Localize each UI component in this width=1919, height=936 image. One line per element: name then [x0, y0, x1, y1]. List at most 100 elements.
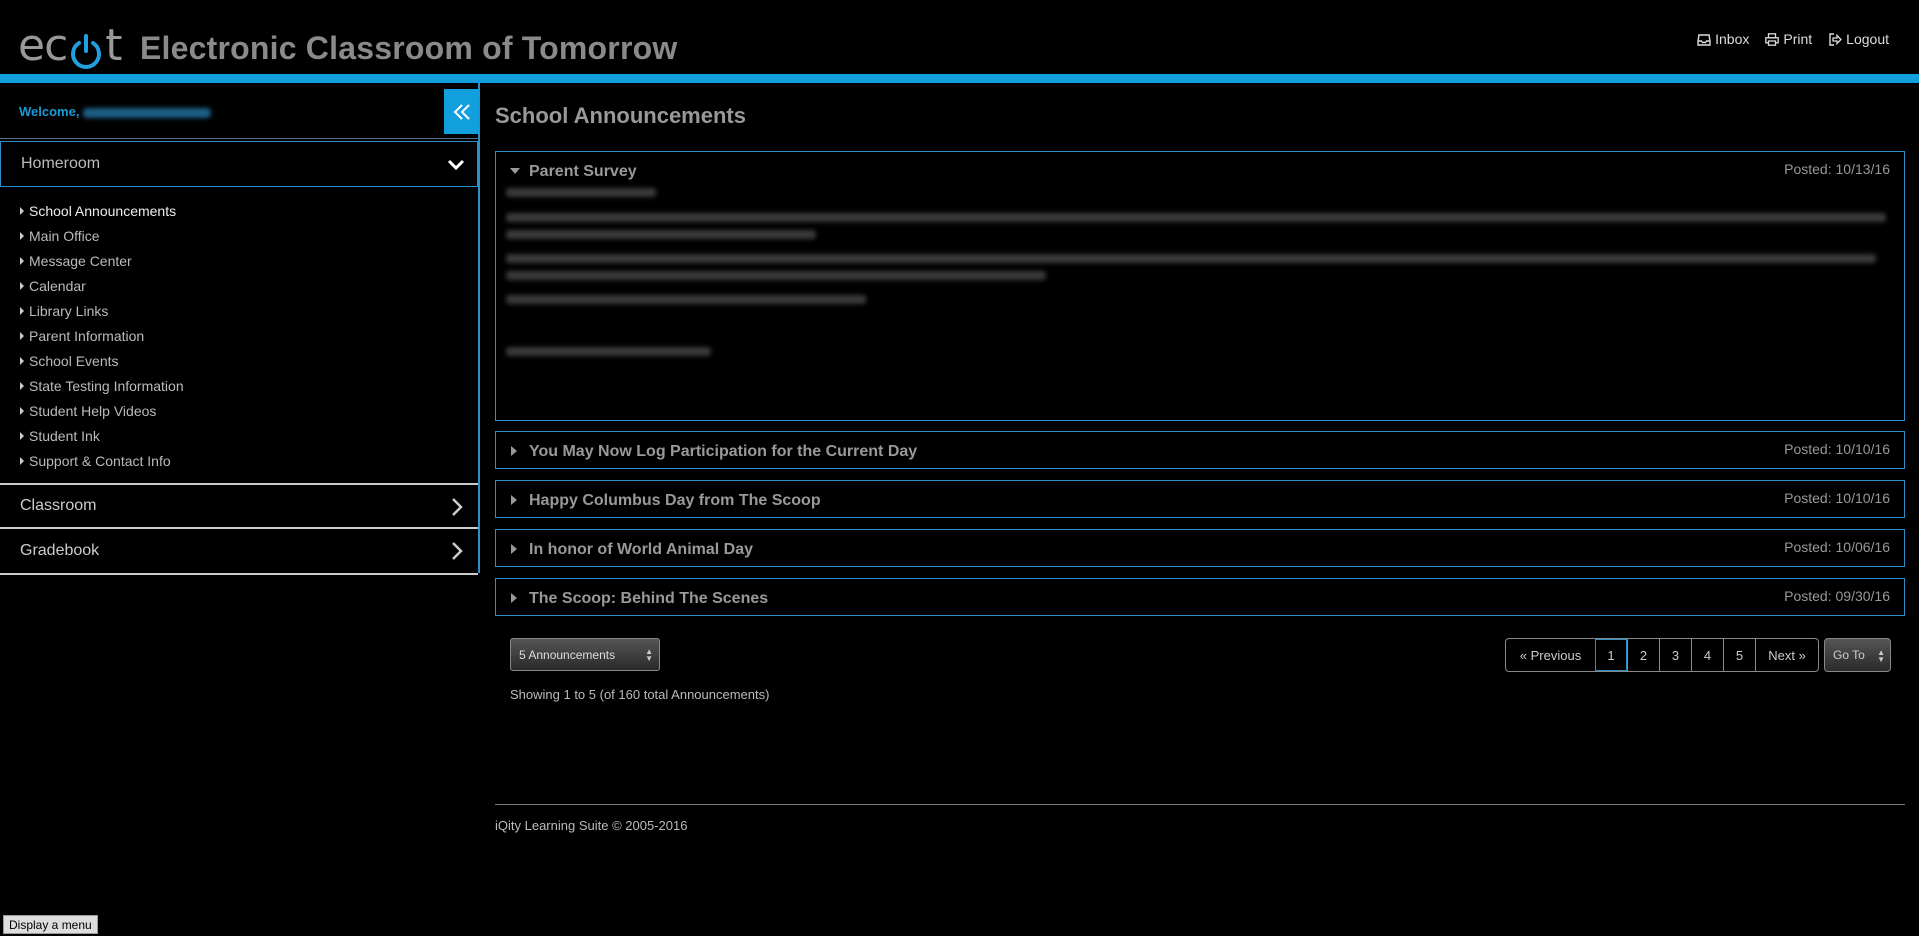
inbox-icon — [1697, 33, 1711, 46]
select-arrows-icon: ▲ ▼ — [645, 647, 653, 663]
page-button-4[interactable]: 4 — [1691, 639, 1723, 671]
redacted-text-line — [506, 347, 711, 356]
previous-page-button[interactable]: « Previous — [1506, 639, 1595, 671]
announcement-posted-date: Posted: 10/10/16 — [1784, 490, 1890, 506]
welcome-label: Welcome, — [19, 104, 80, 119]
announcement-body-redacted — [496, 188, 1904, 420]
page-button-1[interactable]: 1 — [1595, 639, 1627, 671]
caret-right-icon — [511, 544, 517, 554]
next-page-button[interactable]: Next » — [1755, 639, 1818, 671]
print-icon — [1765, 32, 1780, 46]
sidebar-item-label: Main Office — [29, 227, 100, 244]
page-button-2[interactable]: 2 — [1627, 639, 1659, 671]
sidebar-item-label: School Events — [29, 352, 119, 369]
print-link[interactable]: Print — [1765, 31, 1812, 47]
announcements-per-page-select[interactable]: 5 Announcements ▲ ▼ — [510, 638, 660, 671]
sidebar-item-calendar[interactable]: Calendar — [20, 273, 184, 298]
caret-right-icon — [511, 593, 517, 603]
caret-right-icon — [20, 431, 24, 440]
sidebar-item-label: Support & Contact Info — [29, 452, 171, 469]
announcement-panel: Parent Survey Posted: 10/13/16 — [495, 151, 1905, 421]
sidebar: Welcome, Homeroom School Announcements M… — [0, 83, 480, 575]
announcement-header[interactable]: You May Now Log Participation for the Cu… — [496, 432, 1904, 468]
redacted-text-line — [506, 295, 866, 304]
logo-text-suffix: t — [105, 20, 122, 71]
inbox-link[interactable]: Inbox — [1697, 31, 1749, 47]
sidebar-item-label: Student Ink — [29, 427, 100, 444]
redacted-text-line — [506, 271, 1046, 280]
sidebar-item-school-announcements[interactable]: School Announcements — [20, 198, 184, 223]
caret-right-icon — [20, 206, 24, 215]
welcome-text: Welcome, — [19, 104, 212, 119]
page-button-3[interactable]: 3 — [1659, 639, 1691, 671]
announcement-panel: The Scoop: Behind The Scenes Posted: 09/… — [495, 578, 1905, 616]
page-button-5[interactable]: 5 — [1723, 639, 1755, 671]
caret-right-icon — [20, 381, 24, 390]
announcement-title: The Scoop: Behind The Scenes — [529, 590, 769, 607]
caret-right-icon — [20, 256, 24, 265]
sidebar-item-school-events[interactable]: School Events — [20, 348, 184, 373]
sidebar-item-label: Message Center — [29, 252, 132, 269]
homeroom-section-header[interactable]: Homeroom — [0, 141, 478, 187]
sidebar-item-message-center[interactable]: Message Center — [20, 248, 184, 273]
print-label: Print — [1783, 31, 1813, 47]
sidebar-item-student-ink[interactable]: Student Ink — [20, 423, 184, 448]
double-chevron-left-icon: « — [1519, 647, 1528, 663]
sidebar-item-label: School Announcements — [29, 202, 177, 219]
caret-right-icon — [20, 281, 24, 290]
announcement-panel: In honor of World Animal Day Posted: 10/… — [495, 529, 1905, 567]
ecot-logo[interactable]: ec t — [18, 20, 123, 71]
chevron-right-icon — [446, 496, 468, 523]
announcement-title: You May Now Log Participation for the Cu… — [529, 443, 918, 460]
double-chevron-left-icon — [453, 103, 470, 120]
sidebar-item-student-help-videos[interactable]: Student Help Videos — [20, 398, 184, 423]
welcome-row: Welcome, — [0, 83, 479, 139]
announcement-panel: You May Now Log Participation for the Cu… — [495, 431, 1905, 469]
power-icon — [68, 34, 104, 70]
logout-link[interactable]: Logout — [1828, 31, 1889, 47]
announcement-header[interactable]: Parent Survey Posted: 10/13/16 — [496, 152, 1904, 188]
collapse-sidebar-button[interactable] — [444, 89, 479, 134]
sidebar-item-label: Calendar — [29, 277, 86, 294]
logout-label: Logout — [1846, 31, 1889, 47]
redacted-text-line — [506, 188, 656, 197]
go-to-page-select[interactable]: Go To ▲ ▼ — [1824, 638, 1891, 672]
sidebar-item-parent-information[interactable]: Parent Information — [20, 323, 184, 348]
footer-divider — [495, 804, 1905, 805]
chevron-down-icon — [445, 154, 467, 181]
caret-right-icon — [20, 306, 24, 315]
announcement-title: In honor of World Animal Day — [529, 541, 753, 558]
caret-down-icon — [510, 168, 520, 174]
sidebar-item-label: Library Links — [29, 302, 109, 319]
classroom-label: Classroom — [20, 497, 97, 514]
gradebook-section-header[interactable]: Gradebook — [0, 529, 478, 575]
caret-right-icon — [511, 446, 517, 456]
announcement-header[interactable]: In honor of World Animal Day Posted: 10/… — [496, 530, 1904, 566]
display-menu-button[interactable]: Display a menu — [3, 915, 98, 934]
announcement-header[interactable]: Happy Columbus Day from The Scoop Posted… — [496, 481, 1904, 517]
sidebar-item-main-office[interactable]: Main Office — [20, 223, 184, 248]
announcement-title: Parent Survey — [529, 163, 637, 180]
announcement-panel: Happy Columbus Day from The Scoop Posted… — [495, 480, 1905, 518]
sidebar-item-state-testing-information[interactable]: State Testing Information — [20, 373, 184, 398]
redacted-text-line — [506, 230, 816, 239]
logout-icon — [1829, 32, 1843, 46]
page-title: School Announcements — [495, 103, 746, 128]
announcement-header[interactable]: The Scoop: Behind The Scenes Posted: 09/… — [496, 579, 1904, 615]
sidebar-item-support-contact-info[interactable]: Support & Contact Info — [20, 448, 184, 473]
redacted-text-line — [506, 213, 1886, 222]
logo-text-prefix: ec — [18, 20, 68, 71]
announcement-posted-date: Posted: 10/13/16 — [1784, 161, 1890, 177]
gradebook-label: Gradebook — [20, 542, 100, 559]
app-title: Electronic Classroom of Tomorrow — [140, 30, 678, 66]
app-header: ec t Electronic Classroom of Tomorrow In… — [0, 0, 1919, 74]
announcement-posted-date: Posted: 09/30/16 — [1784, 588, 1890, 604]
sidebar-item-library-links[interactable]: Library Links — [20, 298, 184, 323]
chevron-right-icon — [446, 540, 468, 567]
classroom-section-header[interactable]: Classroom — [0, 483, 478, 529]
caret-right-icon — [20, 331, 24, 340]
caret-right-icon — [20, 406, 24, 415]
homeroom-menu: School Announcements Main Office Message… — [20, 198, 184, 473]
homeroom-label: Homeroom — [21, 155, 101, 172]
double-chevron-right-icon: » — [1798, 647, 1806, 663]
